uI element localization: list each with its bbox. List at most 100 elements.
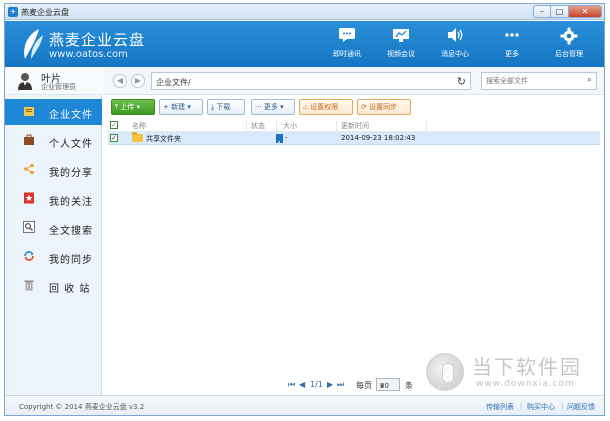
main-panel: ◀ ▶ 企业文件/ ↻ ⌕ ⤒ 上传 ▾ + 新建 ▾ ⤓ 下载 ··· 更多 … [103, 67, 604, 395]
window-title: 燕麦企业云盘 [21, 8, 69, 17]
transfer-list-link[interactable]: 传输列表 [486, 402, 514, 412]
new-button[interactable]: + 新建 ▾ [159, 99, 203, 115]
brand-name: 燕麦企业云盘 [49, 31, 146, 49]
sidebar: 叶片 企业管理员 企业文件 个人文件 我的分享 我的关注 全文搜索 我的同步 回… [5, 67, 102, 395]
sidebar-item-full-text-search[interactable]: 全文搜索 [5, 215, 102, 241]
col-name[interactable]: 名称 [132, 121, 146, 131]
per-page-label: 每页 [356, 381, 372, 390]
user-profile[interactable]: 叶片 企业管理员 [5, 67, 102, 95]
speaker-icon [432, 21, 478, 49]
next-page-icon[interactable]: ▶ [327, 380, 333, 389]
user-role: 企业管理员 [41, 83, 76, 91]
sidebar-item-my-sync[interactable]: 我的同步 [5, 244, 102, 270]
permission-icon: ⛬ [303, 103, 308, 111]
table-row[interactable]: ✓ 共享文件夹 - 2014-09-23 18:02:43 [108, 132, 600, 145]
sidebar-item-enterprise-files[interactable]: 企业文件 [5, 99, 102, 125]
folder-icon [132, 132, 143, 142]
address-path: 企业文件/ [156, 78, 191, 87]
maximize-button[interactable]: □ [551, 5, 569, 18]
nav-video-conference[interactable]: 视频会议 [378, 21, 424, 67]
row-checkbox[interactable]: ✓ [110, 134, 118, 142]
more-icon: ··· [255, 103, 262, 111]
file-updated: 2014-09-23 18:02:43 [341, 134, 416, 142]
app-icon: ✈ [8, 7, 18, 17]
download-button[interactable]: ⤓ 下载 [207, 99, 245, 115]
chevron-down-icon: ▾ [280, 103, 284, 111]
file-size: - [285, 134, 288, 142]
plus-icon: + [163, 103, 169, 111]
site-watermark: 当下软件园 www.downxia.com [420, 351, 600, 403]
nav-instant-messaging[interactable]: 即时通讯 [324, 21, 370, 67]
nav-admin[interactable]: 后台管理 [546, 21, 592, 67]
title-bar[interactable]: ✈ 燕麦企业云盘 – □ ✕ [5, 4, 604, 20]
search-icon [22, 221, 36, 235]
upload-button[interactable]: ⤒ 上传 ▾ [111, 99, 155, 115]
col-divider [336, 121, 337, 131]
gear-icon [546, 21, 592, 49]
address-bar[interactable]: 企业文件/ ↻ [151, 72, 471, 90]
feedback-link[interactable]: 问题反馈 [567, 402, 595, 412]
sidebar-item-my-follows[interactable]: 我的关注 [5, 186, 102, 212]
nav-message-center[interactable]: 消息中心 [432, 21, 478, 67]
forward-button[interactable]: ▶ [131, 74, 145, 88]
sidebar-item-recycle-bin[interactable]: 回 收 站 [5, 273, 102, 299]
per-page-unit: 条 [405, 381, 413, 390]
share-icon [22, 163, 36, 177]
search-box: ⌕ [481, 72, 597, 90]
brand-url: www.oatos.com [49, 49, 128, 60]
close-button[interactable]: ✕ [569, 5, 602, 18]
chevron-down-icon: ▾ [187, 103, 191, 111]
search-icon[interactable]: ⌕ [587, 75, 592, 85]
star-icon [22, 192, 36, 206]
select-all-checkbox[interactable]: ✓ [110, 121, 118, 129]
set-permission-button[interactable]: ⛬ 设置权限 [299, 99, 353, 115]
set-sync-button[interactable]: ⟳ 设置同步 [357, 99, 411, 115]
oat-leaf-logo-icon [24, 29, 43, 59]
copyright-text: Copyright © 2014 燕麦企业云盘 v3.2 [19, 403, 145, 411]
minimize-button[interactable]: – [533, 5, 551, 18]
col-divider [246, 121, 247, 131]
col-status[interactable]: 状态 [251, 121, 265, 131]
nav-more[interactable]: 更多 [489, 21, 535, 67]
sidebar-item-my-shares[interactable]: 我的分享 [5, 157, 102, 183]
col-updated[interactable]: 更新时间 [341, 121, 369, 131]
file-table: ✓ 名称 状态 大小 更新时间 ✓ 共享文件夹 - 2014-09-23 18:… [108, 120, 600, 145]
sidebar-item-personal-files[interactable]: 个人文件 [5, 128, 102, 154]
enterprise-files-icon [22, 105, 36, 119]
table-header: ✓ 名称 状态 大小 更新时间 [108, 120, 600, 132]
divider: | [561, 402, 564, 410]
watermark-text: 当下软件园 [472, 355, 582, 379]
address-row: ◀ ▶ 企业文件/ ↻ ⌕ [103, 67, 604, 95]
video-conference-icon [378, 21, 424, 49]
watermark-logo-icon [426, 353, 464, 391]
chat-icon [324, 21, 370, 49]
col-size[interactable]: 大小 [283, 121, 297, 131]
briefcase-icon [22, 134, 36, 148]
per-page-select[interactable]: 30 ▾ [376, 378, 400, 391]
first-page-icon[interactable]: ⏮ [288, 380, 295, 390]
chevron-down-icon: ▾ [136, 103, 141, 111]
download-icon: ⤓ [211, 103, 215, 111]
prev-page-icon[interactable]: ◀ [299, 380, 305, 389]
sync-icon: ⟳ [361, 103, 367, 111]
upload-icon: ⤒ [115, 103, 119, 111]
more-icon [489, 21, 535, 49]
avatar [18, 73, 32, 90]
col-divider [426, 121, 427, 131]
col-divider [276, 121, 277, 131]
recycle-bin-icon [22, 279, 36, 293]
last-page-icon[interactable]: ⏭ [337, 380, 344, 390]
back-button[interactable]: ◀ [113, 74, 127, 88]
sync-icon [22, 250, 36, 264]
chevron-down-icon: ▾ [380, 382, 384, 390]
purchase-center-link[interactable]: 购买中心 [527, 402, 555, 412]
bookmark-icon[interactable] [276, 134, 283, 143]
watermark-url: www.downxia.com [476, 379, 575, 389]
more-button[interactable]: ··· 更多 ▾ [251, 99, 295, 115]
refresh-icon[interactable]: ↻ [457, 75, 466, 88]
divider: | [520, 402, 523, 410]
toolbar: ⤒ 上传 ▾ + 新建 ▾ ⤓ 下载 ··· 更多 ▾ ⛬ 设置权限 ⟳ 设置同… [103, 97, 604, 117]
search-input[interactable] [482, 73, 578, 89]
page-indicator: 1/1 [310, 380, 323, 389]
file-name[interactable]: 共享文件夹 [146, 134, 181, 144]
